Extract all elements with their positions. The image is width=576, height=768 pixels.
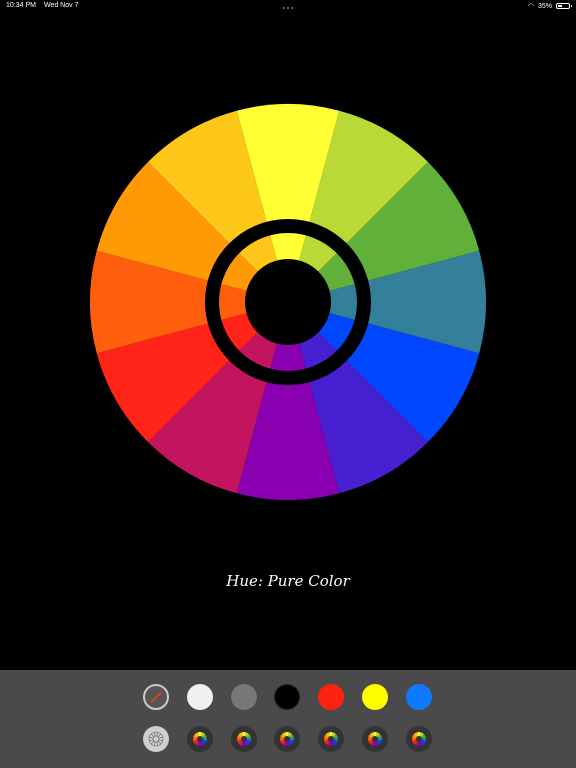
swatch-black[interactable]: [274, 684, 300, 710]
swatch-yellow[interactable]: [362, 684, 388, 710]
preset-wheel-2[interactable]: [231, 726, 257, 752]
bottom-toolbar: [0, 670, 576, 768]
preset-wheel-4[interactable]: [318, 726, 344, 752]
center-hole: [245, 259, 331, 345]
preset-wheel-5[interactable]: [362, 726, 388, 752]
swatch-gray[interactable]: [231, 684, 257, 710]
wheel-caption: Hue: Pure Color: [226, 572, 350, 590]
pencil-tool-button[interactable]: [143, 684, 169, 710]
preset-wheel-outline[interactable]: [143, 726, 169, 752]
color-swatch-row: [0, 682, 576, 712]
swatch-blue[interactable]: [406, 684, 432, 710]
preset-wheel-3[interactable]: [274, 726, 300, 752]
swatch-white[interactable]: [187, 684, 213, 710]
preset-wheel-6[interactable]: [406, 726, 432, 752]
swatch-red[interactable]: [318, 684, 344, 710]
color-wheel[interactable]: [0, 0, 576, 768]
wheel-preset-row: [0, 724, 576, 754]
preset-wheel-1[interactable]: [187, 726, 213, 752]
